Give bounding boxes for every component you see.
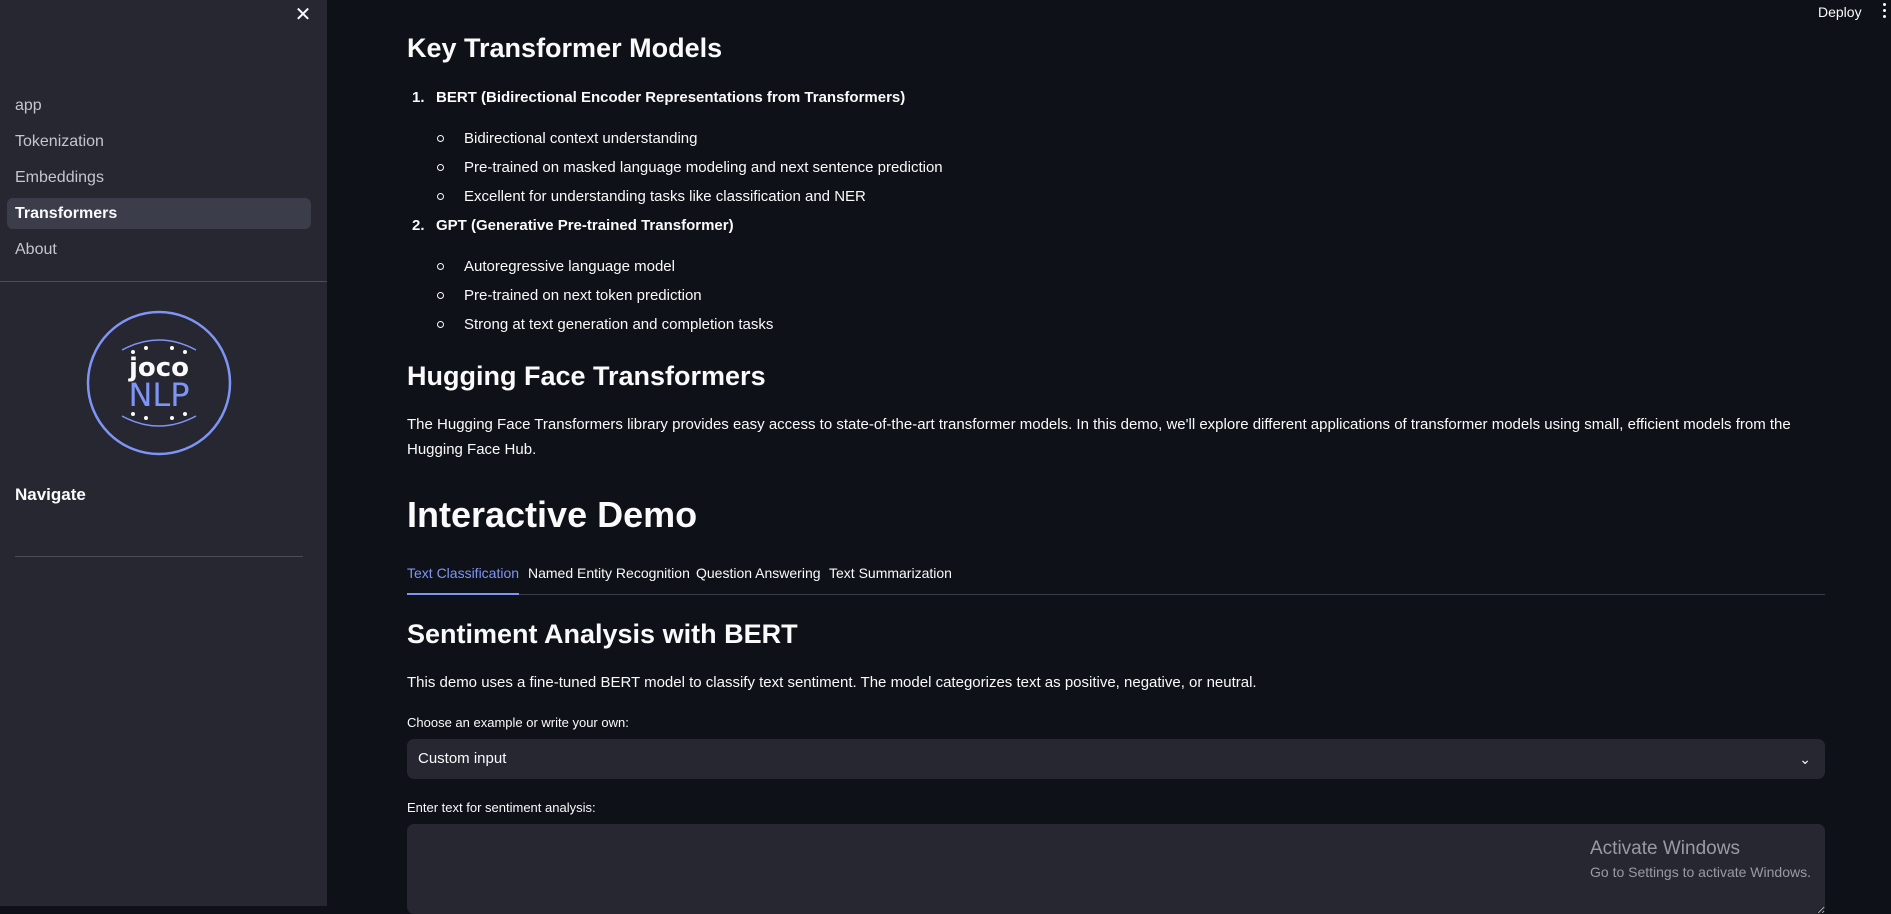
interactive-demo-heading: Interactive Demo xyxy=(407,494,698,535)
deploy-button[interactable]: Deploy xyxy=(1818,4,1862,20)
sidebar-item-embeddings[interactable]: Embeddings xyxy=(7,162,311,193)
navigate-divider xyxy=(15,556,303,557)
sidebar-item-app[interactable]: app xyxy=(7,90,311,121)
demo-tabs: Text Classification Named Entity Recogni… xyxy=(407,564,1825,595)
list-number: 1. xyxy=(412,89,425,106)
logo-text-nlp: NLP xyxy=(128,376,189,414)
list-number: 2. xyxy=(412,217,425,234)
example-select-label: Choose an example or write your own: xyxy=(407,715,629,730)
sentiment-description: This demo uses a fine-tuned BERT model t… xyxy=(407,674,1257,691)
example-select-value: Custom input xyxy=(418,750,507,767)
model-list-item: 2. GPT (Generative Pre-trained Transforme… xyxy=(412,217,734,234)
joco-nlp-logo: joco NLP xyxy=(86,310,232,456)
model-bullet: Autoregressive language model xyxy=(437,258,675,275)
close-sidebar-button[interactable]: ✕ xyxy=(292,4,314,26)
sidebar: ✕ app Tokenization Embeddings Transforme… xyxy=(0,0,327,906)
example-select[interactable]: Custom input ⌄ xyxy=(407,739,1825,779)
chevron-down-icon: ⌄ xyxy=(1799,751,1811,767)
sidebar-divider xyxy=(0,281,327,282)
tab-text-summarization[interactable]: Text Summarization xyxy=(829,564,952,595)
hugging-face-heading: Hugging Face Transformers xyxy=(407,361,766,391)
model-bullet: Pre-trained on next token prediction xyxy=(437,287,702,304)
navigate-heading: Navigate xyxy=(15,485,86,504)
close-icon: ✕ xyxy=(294,4,312,26)
model-name: BERT (Bidirectional Encoder Representati… xyxy=(436,89,906,106)
sidebar-item-transformers[interactable]: Transformers xyxy=(7,198,311,229)
sidebar-nav: app Tokenization Embeddings Transformers… xyxy=(7,90,311,270)
model-bullet: Excellent for understanding tasks like c… xyxy=(437,188,866,205)
kebab-menu-icon[interactable] xyxy=(1879,3,1889,21)
windows-watermark-subtitle: Go to Settings to activate Windows. xyxy=(1590,864,1811,880)
sidebar-item-tokenization[interactable]: Tokenization xyxy=(7,126,311,157)
model-name: GPT (Generative Pre-trained Transformer) xyxy=(436,217,734,234)
tab-text-classification[interactable]: Text Classification xyxy=(407,564,520,595)
text-input-label: Enter text for sentiment analysis: xyxy=(407,800,596,815)
model-bullet: Bidirectional context understanding xyxy=(437,130,697,147)
key-models-heading: Key Transformer Models xyxy=(407,33,723,63)
tab-named-entity-recognition[interactable]: Named Entity Recognition xyxy=(528,564,690,595)
hugging-face-paragraph: The Hugging Face Transformers library pr… xyxy=(407,416,1791,458)
sentiment-analysis-heading: Sentiment Analysis with BERT xyxy=(407,619,798,649)
model-bullet: Strong at text generation and completion… xyxy=(437,316,773,333)
model-bullet: Pre-trained on masked language modeling … xyxy=(437,159,943,176)
tab-question-answering[interactable]: Question Answering xyxy=(696,564,821,595)
model-list-item: 1. BERT (Bidirectional Encoder Representa… xyxy=(412,89,905,106)
sidebar-item-about[interactable]: About xyxy=(7,234,311,265)
windows-watermark-title: Activate Windows xyxy=(1590,838,1740,859)
